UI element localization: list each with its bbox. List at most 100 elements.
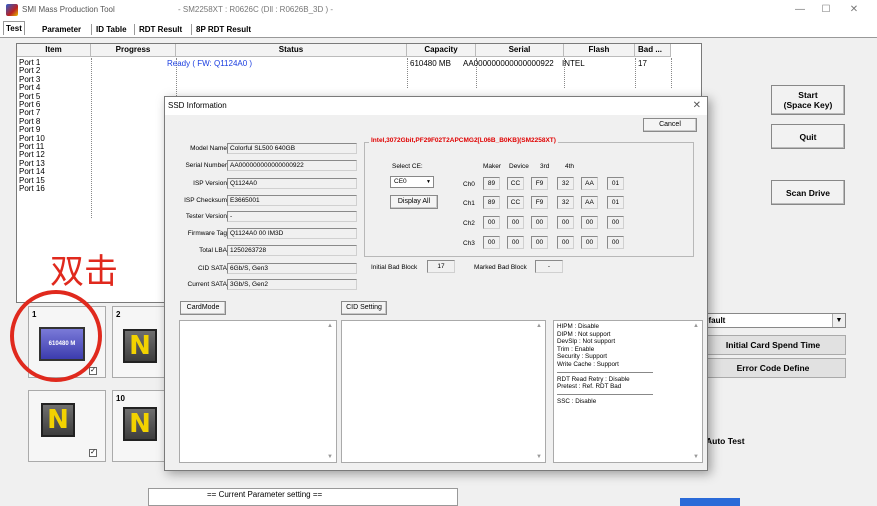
auto-test-label[interactable]: Auto Test — [706, 436, 745, 446]
display-all-button[interactable]: Display All — [390, 195, 438, 209]
scroll-up-icon[interactable]: ▲ — [536, 323, 542, 329]
n-drive-icon[interactable]: N — [123, 407, 157, 441]
error-code-define-button[interactable]: Error Code Define — [700, 358, 846, 378]
cid-setting-pane[interactable]: ▲ ▼ — [341, 320, 546, 463]
slot-checkbox[interactable]: ✓ — [89, 449, 97, 457]
flash-part-title: Intel,3072Gbit,PF29F02T2APCMG2[L06B_B0KB… — [369, 137, 558, 144]
id-byte[interactable]: CC — [507, 177, 524, 190]
id-byte[interactable]: 89 — [483, 196, 500, 209]
column-header-serial[interactable]: Serial — [476, 44, 564, 57]
id-byte[interactable]: 00 — [483, 236, 500, 249]
channel-label: Ch3 — [463, 240, 475, 247]
model-name-field[interactable]: Colorful SL500 640GB — [227, 143, 357, 154]
id-byte[interactable]: 00 — [531, 236, 548, 249]
n-drive-icon[interactable]: N — [41, 403, 75, 437]
id-byte[interactable]: CC — [507, 196, 524, 209]
profile-select[interactable]: efault ▼ — [700, 313, 846, 328]
scroll-up-icon[interactable]: ▲ — [327, 323, 333, 329]
cancel-button[interactable]: Cancel — [643, 118, 697, 132]
column-header-progress[interactable]: Progress — [91, 44, 176, 57]
quit-button[interactable]: Quit — [771, 124, 845, 149]
maximize-button[interactable]: ☐ — [812, 2, 840, 18]
id-byte[interactable]: 00 — [507, 216, 524, 229]
divider — [557, 371, 653, 373]
tab-parameter[interactable]: Parameter — [40, 23, 83, 37]
info-line: DIPM : Not support — [557, 330, 611, 338]
channel-label: Ch1 — [463, 200, 475, 207]
cid-setting-button[interactable]: CID Setting — [341, 301, 387, 315]
column-header-capacity[interactable]: Capacity — [407, 44, 476, 57]
column-header-flash[interactable]: Flash — [564, 44, 635, 57]
annotation-double-click-label: 双击 — [50, 252, 118, 292]
id-byte[interactable]: 01 — [607, 177, 624, 190]
id-byte[interactable]: 00 — [531, 216, 548, 229]
id-byte[interactable]: 00 — [557, 216, 574, 229]
cardmode-button[interactable]: CardMode — [180, 301, 226, 315]
id-byte[interactable]: 00 — [581, 216, 598, 229]
cardmode-pane[interactable]: ▲ ▼ — [179, 320, 337, 463]
scroll-up-icon[interactable]: ▲ — [693, 323, 699, 329]
column-divider — [671, 58, 672, 88]
id-byte[interactable]: 32 — [557, 196, 574, 209]
info-line: Write Cache : Support — [557, 360, 619, 368]
firmware-tag-field[interactable]: Q1124A0 00 IM3D — [227, 228, 357, 239]
id-byte[interactable]: 00 — [581, 236, 598, 249]
slot-checkbox[interactable]: ✓ — [89, 367, 97, 375]
tab-test[interactable]: Test — [3, 21, 25, 35]
tab-8p-rdt-result[interactable]: 8P RDT Result — [194, 23, 253, 37]
id-byte[interactable]: 00 — [483, 216, 500, 229]
id-byte[interactable]: F9 — [531, 177, 548, 190]
total-lba-field[interactable]: 1250263728 — [227, 245, 357, 256]
scroll-down-icon[interactable]: ▼ — [327, 454, 333, 460]
marked-bad-block-value[interactable]: - — [535, 260, 563, 273]
port-row[interactable]: Port 16 — [19, 184, 45, 193]
id-byte[interactable]: 32 — [557, 177, 574, 190]
cid-sata-field[interactable]: 6Gb/S, Gen3 — [227, 263, 357, 274]
field-label: Tester Version — [185, 213, 227, 220]
id-byte[interactable]: 00 — [557, 236, 574, 249]
chevron-down-icon[interactable]: ▼ — [426, 177, 431, 187]
scan-drive-button[interactable]: Scan Drive — [771, 180, 845, 205]
field-label: ISP Version — [193, 180, 227, 187]
column-header-bad[interactable]: Bad ... — [635, 44, 671, 57]
scroll-down-icon[interactable]: ▼ — [693, 454, 699, 460]
minimize-button[interactable]: — — [786, 2, 814, 18]
isp-version-field[interactable]: Q1124A0 — [227, 178, 357, 189]
current-parameter-box: == Current Parameter setting == — [148, 488, 458, 506]
close-button[interactable]: ✕ — [840, 2, 868, 18]
feature-info-pane[interactable]: HIPM : Disable DIPM : Not support DevSlp… — [553, 320, 703, 463]
tab-rdt-result[interactable]: RDT Result — [137, 23, 184, 37]
id-byte[interactable]: 01 — [607, 196, 624, 209]
id-byte[interactable]: 89 — [483, 177, 500, 190]
serial-number-field[interactable]: AA000000000000000922 — [227, 160, 357, 171]
slot-number: 2 — [116, 310, 121, 319]
id-byte[interactable]: 00 — [507, 236, 524, 249]
id-byte[interactable]: AA — [581, 177, 598, 190]
device-header: Device — [509, 163, 529, 170]
initial-bad-block-value[interactable]: 17 — [427, 260, 455, 273]
maker-header: Maker — [483, 163, 502, 170]
info-line: DevSlp : Not support — [557, 338, 616, 346]
tester-version-field[interactable]: - — [227, 211, 357, 222]
port1-bad: 17 — [638, 59, 647, 68]
scroll-down-icon[interactable]: ▼ — [536, 454, 542, 460]
current-sata-field[interactable]: 3Gb/S, Gen2 — [227, 279, 357, 290]
id-byte[interactable]: AA — [581, 196, 598, 209]
ce-select[interactable]: CE0 ▼ — [390, 176, 434, 188]
column-header-status[interactable]: Status — [176, 44, 407, 57]
n-drive-icon[interactable]: N — [123, 329, 157, 363]
info-line: Pretest : Ref. RDT Bad — [557, 383, 622, 391]
id-byte[interactable]: 00 — [607, 236, 624, 249]
close-icon[interactable]: ✕ — [693, 100, 701, 111]
info-line: Trim : Enable — [557, 345, 595, 353]
chevron-down-icon[interactable]: ▼ — [832, 314, 845, 327]
column-header-item[interactable]: Item — [17, 44, 91, 57]
info-line: Security : Support — [557, 353, 608, 361]
card-slot-9[interactable]: N ✓ — [28, 390, 106, 462]
start-button[interactable]: Start (Space Key) — [771, 85, 845, 115]
initial-card-spend-time-button[interactable]: Initial Card Spend Time — [700, 335, 846, 355]
id-byte[interactable]: 00 — [607, 216, 624, 229]
isp-checksum-field[interactable]: E3665001 — [227, 195, 357, 206]
tab-id-table[interactable]: ID Table — [94, 23, 129, 37]
id-byte[interactable]: F9 — [531, 196, 548, 209]
